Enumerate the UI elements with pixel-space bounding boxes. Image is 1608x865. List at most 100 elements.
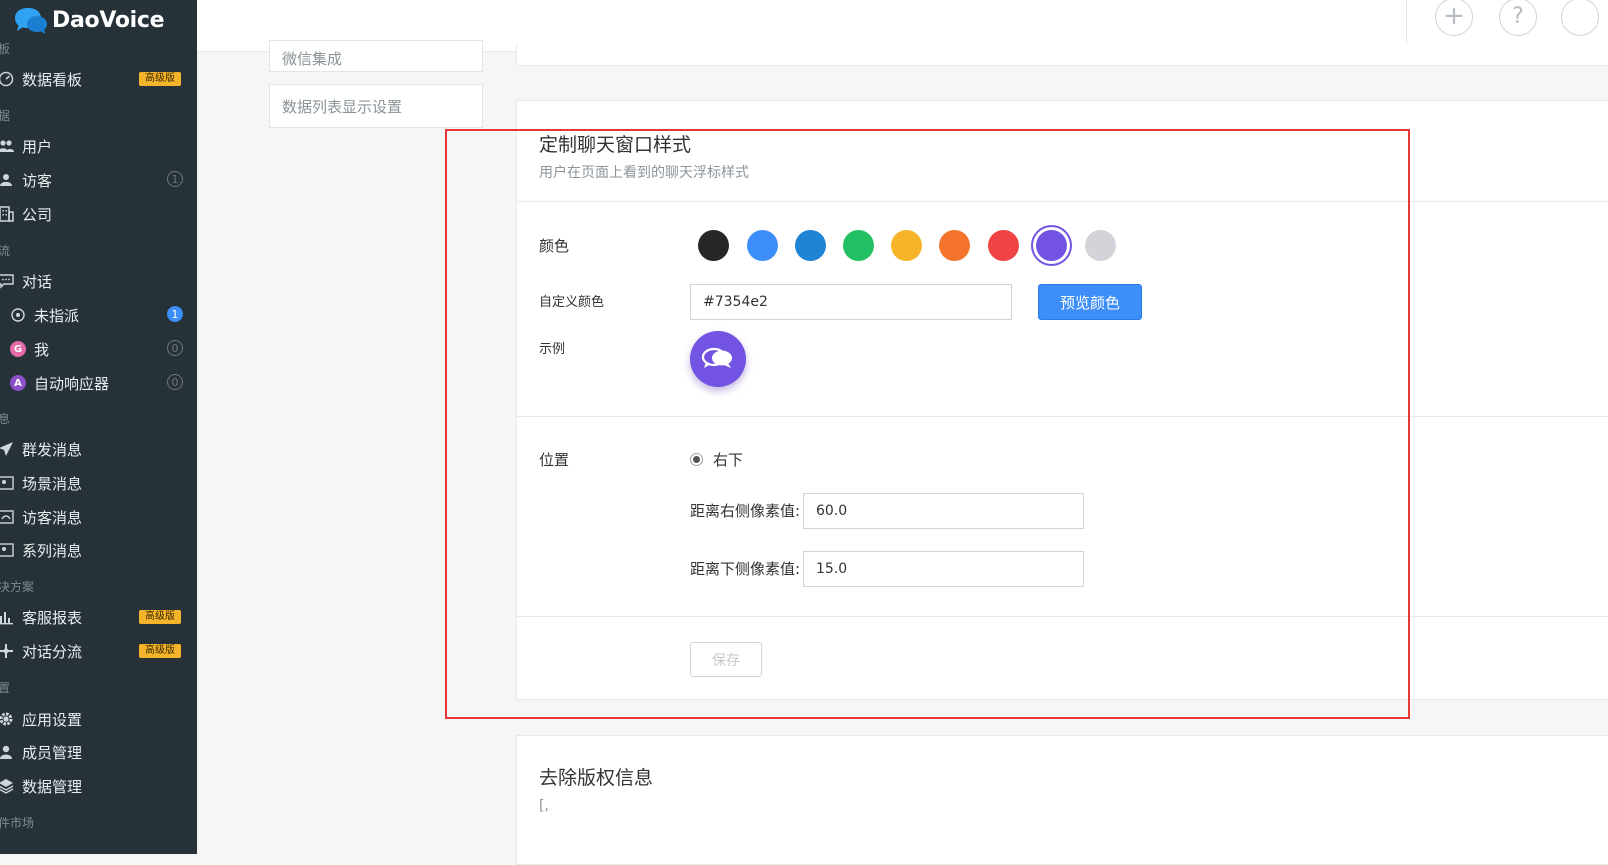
help-button[interactable]: ? bbox=[1499, 0, 1537, 36]
color-swatch-red[interactable] bbox=[988, 230, 1019, 261]
sidebar-item-label: 对话分流 bbox=[22, 642, 83, 661]
sidebar-item-app-settings[interactable]: 应用设置 bbox=[0, 705, 197, 733]
sidebar-item-label: 数据管理 bbox=[22, 777, 83, 796]
pro-badge: 高级版 bbox=[139, 610, 181, 624]
add-button[interactable]: + bbox=[1435, 0, 1473, 36]
sidebar-item-broadcast[interactable]: 群发消息 bbox=[0, 435, 197, 463]
subnav-item-wechat[interactable]: 微信集成 bbox=[269, 40, 483, 72]
subnav-item-label: 数据列表显示设置 bbox=[282, 97, 403, 116]
message-icon bbox=[0, 507, 16, 527]
sidebar-section-label: 决方案 bbox=[0, 580, 35, 594]
sidebar-item-label: 访客消息 bbox=[22, 508, 83, 527]
divider bbox=[517, 616, 1608, 617]
color-swatch-black[interactable] bbox=[698, 230, 729, 261]
bottom-offset-input[interactable]: 15.0 bbox=[803, 551, 1084, 587]
color-swatch-yellow[interactable] bbox=[891, 230, 922, 261]
save-button[interactable]: 保存 bbox=[690, 642, 762, 677]
radio-icon bbox=[690, 453, 703, 466]
chat-bubbles-icon bbox=[14, 6, 48, 34]
sidebar-item-label: 访客 bbox=[22, 171, 53, 190]
color-swatch-purple-selected[interactable] bbox=[1036, 230, 1067, 261]
subnav-item-label: 微信集成 bbox=[282, 50, 343, 68]
preview-color-button[interactable]: 预览颜色 bbox=[1038, 284, 1142, 320]
sidebar-item-label: 对话 bbox=[22, 272, 53, 291]
sidebar-section-label: 据 bbox=[0, 109, 11, 123]
sidebar-item-scene-messages[interactable]: 场景消息 bbox=[0, 469, 197, 497]
card-title: 定制聊天窗口样式 bbox=[539, 134, 692, 156]
sidebar-item-companies[interactable]: 公司 bbox=[0, 200, 197, 228]
sidebar-item-label: 客服报表 bbox=[22, 608, 83, 627]
position-radio-bottom-right[interactable]: 右下 bbox=[690, 449, 743, 470]
brand-name: DaoVoice bbox=[52, 7, 165, 33]
position-label: 位置 bbox=[539, 451, 570, 469]
pro-badge: 高级版 bbox=[139, 644, 181, 658]
color-swatch-dark-blue[interactable] bbox=[795, 230, 826, 261]
card-snippet: [, bbox=[539, 798, 549, 814]
sidebar-item-conversation-routing[interactable]: 对话分流 高级版 bbox=[0, 637, 197, 665]
sidebar-item-me[interactable]: G 我 0 bbox=[0, 335, 197, 363]
example-label: 示例 bbox=[539, 342, 566, 357]
sidebar-item-label: 自动响应器 bbox=[34, 374, 110, 393]
sidebar-item-conversations[interactable]: 对话 bbox=[0, 267, 197, 295]
right-offset-label: 距离右侧像素值: bbox=[690, 502, 801, 520]
divider bbox=[517, 416, 1608, 417]
building-icon bbox=[0, 204, 16, 224]
sidebar-section-label: 息 bbox=[0, 412, 11, 426]
question-icon: ? bbox=[1512, 4, 1524, 29]
sidebar-item-unassigned[interactable]: 未指派 1 bbox=[0, 301, 197, 329]
color-swatch-orange[interactable] bbox=[939, 230, 970, 261]
count-badge: 1 bbox=[167, 171, 183, 187]
color-swatch-blue[interactable] bbox=[747, 230, 778, 261]
copyright-card: 去除版权信息 [, bbox=[516, 735, 1608, 865]
previous-card bbox=[516, 44, 1608, 66]
subnav-item-list-display[interactable]: 数据列表显示设置 bbox=[269, 84, 483, 128]
card-title: 去除版权信息 bbox=[539, 767, 654, 789]
custom-color-input[interactable]: #7354e2 bbox=[690, 284, 1012, 320]
sidebar-item-label: 公司 bbox=[22, 205, 53, 224]
sidebar-section-label: 板 bbox=[0, 42, 11, 56]
sidebar-item-label: 成员管理 bbox=[22, 743, 83, 762]
sidebar-item-users[interactable]: 用户 bbox=[0, 132, 197, 160]
layers-icon bbox=[0, 776, 16, 796]
sidebar-item-visitors[interactable]: 访客 1 bbox=[0, 166, 197, 194]
visitor-icon bbox=[0, 170, 16, 190]
sidebar-item-label: 用户 bbox=[22, 137, 53, 156]
count-badge: 1 bbox=[167, 306, 183, 322]
sidebar-item-label: 数据看板 bbox=[22, 70, 83, 89]
radio-label: 右下 bbox=[713, 451, 744, 469]
sidebar-item-visitor-messages[interactable]: 访客消息 bbox=[0, 503, 197, 531]
user-icon bbox=[0, 742, 16, 762]
sidebar-section-label: 置 bbox=[0, 681, 11, 695]
sidebar-item-auto-responder[interactable]: A 自动响应器 0 bbox=[0, 369, 197, 397]
sidebar-item-service-reports[interactable]: 客服报表 高级版 bbox=[0, 603, 197, 631]
color-label: 颜色 bbox=[539, 237, 570, 255]
brand-logo[interactable]: DaoVoice bbox=[14, 4, 165, 36]
color-swatch-green[interactable] bbox=[843, 230, 874, 261]
sidebar-item-dashboard[interactable]: 数据看板 高级版 bbox=[0, 65, 197, 93]
avatar: A bbox=[10, 375, 26, 391]
sidebar-section-label: 件市场 bbox=[0, 816, 35, 830]
sidebar-section-label: 流 bbox=[0, 244, 11, 258]
count-badge: 0 bbox=[167, 374, 183, 390]
color-swatch-gray[interactable] bbox=[1085, 230, 1116, 261]
sidebar-item-label: 场景消息 bbox=[22, 474, 83, 493]
sidebar-item-label: 群发消息 bbox=[22, 440, 83, 459]
custom-color-label: 自定义颜色 bbox=[539, 295, 605, 310]
sidebar: DaoVoice 板 数据看板 高级版 据 用户 访客 1 公司 流 对话 未指… bbox=[0, 0, 197, 854]
sidebar-item-series-messages[interactable]: 系列消息 bbox=[0, 536, 197, 564]
target-icon bbox=[8, 305, 28, 325]
sidebar-item-data-management[interactable]: 数据管理 bbox=[0, 772, 197, 800]
sidebar-item-label: 应用设置 bbox=[22, 710, 83, 729]
right-offset-input[interactable]: 60.0 bbox=[803, 493, 1084, 529]
chat-bubbles-icon bbox=[701, 347, 732, 368]
profile-button[interactable] bbox=[1561, 0, 1599, 36]
chat-icon bbox=[0, 271, 16, 291]
sidebar-item-members[interactable]: 成员管理 bbox=[0, 738, 197, 766]
sidebar-item-label: 我 bbox=[34, 340, 50, 359]
divider bbox=[517, 201, 1608, 202]
dashboard-icon bbox=[0, 69, 16, 89]
card-subtitle: 用户在页面上看到的聊天浮标样式 bbox=[539, 165, 749, 181]
sidebar-item-label: 未指派 bbox=[34, 306, 80, 325]
sidebar-item-label: 系列消息 bbox=[22, 541, 83, 560]
plus-icon: + bbox=[1443, 1, 1465, 31]
